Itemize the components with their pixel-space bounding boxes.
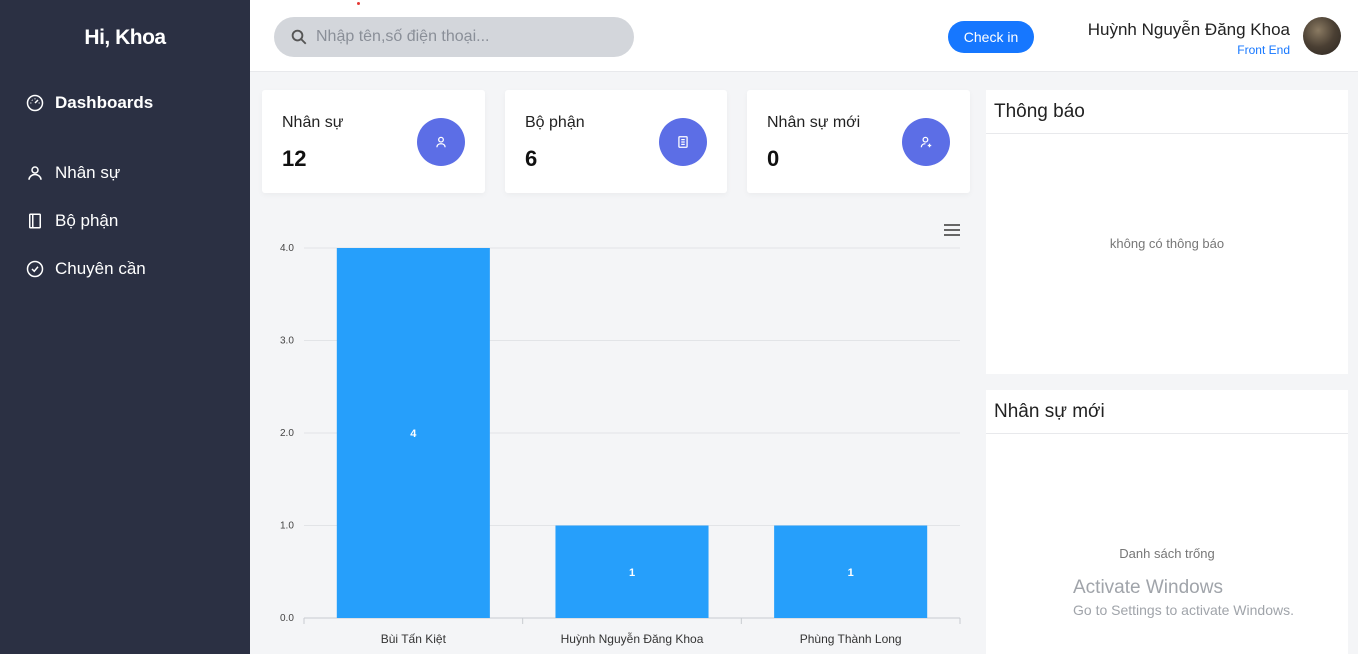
stat-value: 6 <box>525 146 538 171</box>
y-tick-label: 3.0 <box>280 336 294 347</box>
user-icon <box>436 136 446 148</box>
topbar: Check in Huỳnh Nguyễn Đăng Khoa Front En… <box>250 0 1358 72</box>
watermark-title: Activate Windows <box>1073 577 1223 598</box>
book-icon <box>29 213 41 229</box>
windows-watermark: Activate Windows Go to Settings to activ… <box>1073 577 1294 618</box>
sidebar-item-dashboards[interactable]: Dashboards <box>26 93 153 113</box>
stat-card-departments: Bộ phận 6 <box>505 90 727 193</box>
stat-icon-badge <box>659 118 707 166</box>
user-role: Front End <box>1237 43 1290 57</box>
stat-card-staff: Nhân sự 12 <box>262 90 485 193</box>
x-tick-label: Huỳnh Nguyễn Đăng Khoa <box>561 631 704 646</box>
y-tick-label: 0.0 <box>280 613 294 624</box>
search-icon <box>291 29 307 45</box>
panel-title: Nhân sự mới <box>986 390 1348 434</box>
greeting: Hi, Khoa <box>84 26 166 49</box>
user-icon <box>28 166 42 180</box>
bar-chart: 0.0 1.0 2.0 3.0 4.0 4 Bùi Tấn Kiệt 1 Huỳnh Nguyễ… <box>262 210 970 654</box>
sidebar-item-label: Bộ phận <box>55 211 119 230</box>
bar-value-label: 1 <box>848 567 854 579</box>
document-icon <box>678 136 688 148</box>
sidebar-item-label: Chuyên cần <box>55 259 146 278</box>
search-box[interactable] <box>274 17 634 57</box>
check-in-button[interactable]: Check in <box>948 21 1034 53</box>
stat-value: 0 <box>767 146 780 171</box>
sidebar-item-staff[interactable]: Nhân sự <box>26 163 120 183</box>
chart-menu-icon[interactable] <box>944 224 960 236</box>
sidebar-item-label: Nhân sự <box>55 163 121 182</box>
stat-label: Nhân sự <box>282 114 344 131</box>
red-dot <box>357 2 360 5</box>
watermark-subtitle: Go to Settings to activate Windows. <box>1073 602 1294 618</box>
stat-icon-badge <box>417 118 465 166</box>
stat-label: Nhân sự mới <box>767 114 861 131</box>
dashboard-icon <box>26 94 44 112</box>
panel-title: Thông báo <box>986 90 1348 134</box>
search-input[interactable] <box>316 28 616 46</box>
empty-message: Danh sách trống <box>1119 546 1215 561</box>
user-plus-icon <box>920 136 932 148</box>
empty-message: không có thông báo <box>1109 236 1225 251</box>
stat-icon-badge <box>902 118 950 166</box>
bar-value-label: 4 <box>410 428 417 440</box>
x-tick-label: Phùng Thành Long <box>800 632 902 646</box>
y-tick-label: 4.0 <box>280 243 294 254</box>
sidebar: Hi, Khoa Dashboards Nhân sự Bộ phận Chuy… <box>0 0 250 654</box>
stat-value: 12 <box>282 146 307 171</box>
bar-value-label: 1 <box>629 567 635 579</box>
bar-chart-svg: 0.0 1.0 2.0 3.0 4.0 4 Bùi Tấn Kiệt 1 Huỳnh Nguyễ… <box>280 243 961 646</box>
user-name: Huỳnh Nguyễn Đăng Khoa <box>1087 20 1290 39</box>
stat-card-new-staff: Nhân sự mới 0 <box>747 90 970 193</box>
y-tick-label: 2.0 <box>280 428 294 439</box>
sidebar-item-attendance[interactable]: Chuyên cần <box>26 259 146 279</box>
check-circle-icon <box>26 260 44 278</box>
avatar[interactable] <box>1303 17 1341 55</box>
sidebar-item-departments[interactable]: Bộ phận <box>26 211 118 231</box>
y-tick-label: 1.0 <box>280 521 294 532</box>
sidebar-item-label: Dashboards <box>55 93 154 112</box>
notifications-panel: Thông báo không có thông báo <box>986 90 1348 374</box>
x-tick-label: Bùi Tấn Kiệt <box>381 632 447 646</box>
stat-label: Bộ phận <box>525 114 585 131</box>
